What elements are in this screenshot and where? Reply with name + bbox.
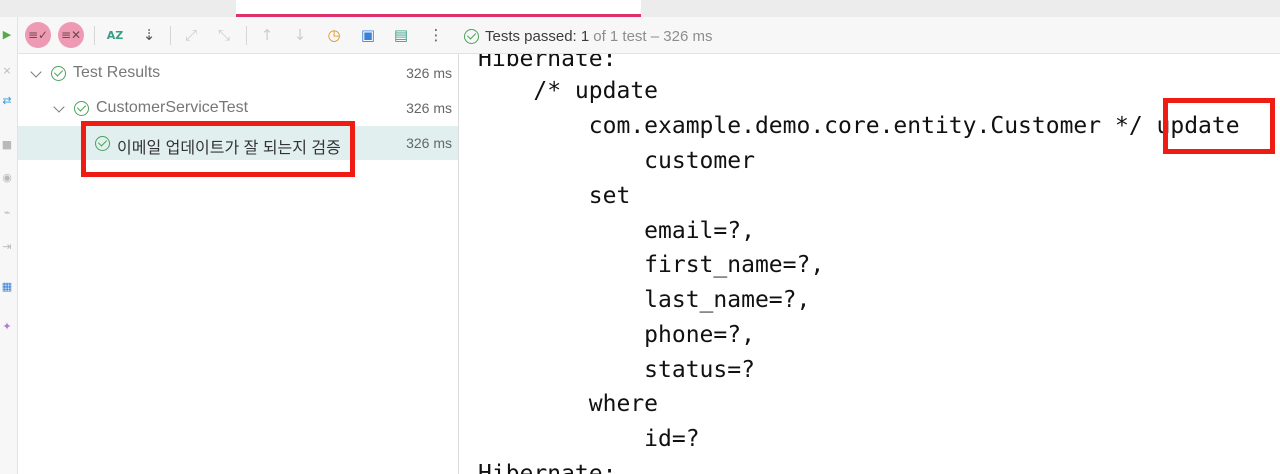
status-prefix: Tests passed: — [485, 27, 577, 45]
left-gutter: ▶ × ⇄ ■ ◉ ⌁ ⇥ ▦ ✦ — [0, 17, 18, 474]
expand-all-button[interactable]: ⤢ — [179, 23, 203, 47]
console-line: com.example.demo.core.entity.Customer */… — [478, 113, 1240, 139]
more-vertical-icon: ⋮ — [428, 26, 444, 44]
exit-icon[interactable]: ⇥ — [1, 241, 13, 253]
console-line: phone=?, — [478, 322, 755, 348]
close-icon[interactable]: × — [1, 65, 13, 77]
passed-check-icon — [464, 28, 479, 44]
test-history-button[interactable]: ◷ — [322, 23, 346, 47]
tab-strip — [0, 0, 1280, 17]
export-tests-button[interactable]: ▤ — [389, 23, 413, 47]
test-status: Tests passed: 1 of 1 test – 326 ms — [464, 27, 712, 45]
sort-alpha-icon: AZ — [106, 28, 124, 42]
tree-row-label: Test Results — [73, 64, 161, 81]
expand-icon: ⤢ — [184, 26, 197, 44]
layout-icon[interactable]: ▦ — [1, 281, 13, 293]
history-clock-icon: ◷ — [327, 26, 341, 44]
pin-icon[interactable]: ✦ — [1, 321, 13, 333]
arrow-up-icon: ↑ — [260, 26, 274, 44]
status-suffix: of 1 test – 326 ms — [593, 27, 713, 45]
status-count: 1 — [580, 27, 590, 45]
show-ignored-button[interactable]: ≡✕ — [58, 22, 84, 48]
toggle-icon[interactable]: ⇄ — [1, 95, 13, 107]
camera-icon[interactable]: ◉ — [1, 172, 13, 184]
passed-check-icon — [74, 101, 89, 116]
more-options-button[interactable]: ⋮ — [424, 23, 448, 47]
console-line: last_name=?, — [478, 287, 811, 313]
console-line: first_name=?, — [478, 252, 825, 278]
highlight-box-test-name — [81, 121, 355, 177]
collapse-all-button[interactable]: ⤡ — [212, 23, 236, 47]
stop-icon[interactable]: ■ — [1, 139, 13, 151]
tree-row-customer-service-test[interactable]: CustomerServiceTest 326 ms — [18, 91, 458, 125]
sort-duration-icon: ⇣ — [142, 26, 156, 44]
import-file-icon: ▣ — [360, 26, 376, 44]
test-toolbar: ≡✓ ≡✕ AZ ⇣ ⤢ ⤡ ↑ ↓ ◷ ▣ ▤ ⋮ Tests passed:… — [18, 17, 1280, 54]
arrow-down-icon: ↓ — [293, 26, 307, 44]
chevron-down-icon[interactable] — [30, 66, 42, 78]
active-tab[interactable] — [236, 0, 641, 17]
tree-row-time: 326 ms — [406, 100, 452, 116]
show-ignored-icon: ≡✕ — [60, 28, 82, 42]
tree-row-time: 326 ms — [406, 65, 452, 81]
console-line: email=?, — [478, 218, 755, 244]
import-tests-button[interactable]: ▣ — [356, 23, 380, 47]
console-line: customer — [478, 148, 755, 174]
show-passed-button[interactable]: ≡✓ — [25, 22, 51, 48]
toolbar-separator — [170, 26, 171, 45]
sort-alphabetically-button[interactable]: AZ — [103, 23, 127, 47]
console-line: id=? — [478, 426, 700, 452]
console-line: set — [478, 183, 631, 209]
collapse-icon: ⤡ — [217, 26, 230, 44]
tree-row-test-results[interactable]: Test Results 326 ms — [18, 56, 458, 90]
console-line: /* update — [478, 78, 659, 104]
console-output: Hibernate: /* update com.example.demo.co… — [460, 54, 1280, 474]
next-failed-button[interactable]: ↓ — [288, 23, 312, 47]
passed-check-icon — [51, 66, 66, 81]
chevron-down-icon[interactable] — [53, 101, 65, 113]
export-file-icon: ▤ — [393, 26, 409, 44]
sort-by-duration-button[interactable]: ⇣ — [137, 23, 161, 47]
highlight-box-update — [1163, 98, 1275, 154]
tree-row-label: CustomerServiceTest — [96, 99, 249, 116]
rerun-icon[interactable]: ▶ — [1, 29, 13, 41]
show-passed-icon: ≡✓ — [27, 28, 49, 42]
plug-icon[interactable]: ⌁ — [1, 207, 13, 219]
console-line: status=? — [478, 357, 755, 383]
console-line: where — [478, 391, 659, 417]
toolbar-separator — [246, 26, 247, 45]
test-results-tree: Test Results 326 ms CustomerServiceTest … — [18, 54, 459, 474]
toolbar-separator — [94, 26, 95, 45]
tree-row-time: 326 ms — [406, 135, 452, 151]
previous-failed-button[interactable]: ↑ — [255, 23, 279, 47]
console-line: Hibernate: — [478, 54, 617, 72]
console-line: Hibernate: — [478, 461, 617, 474]
